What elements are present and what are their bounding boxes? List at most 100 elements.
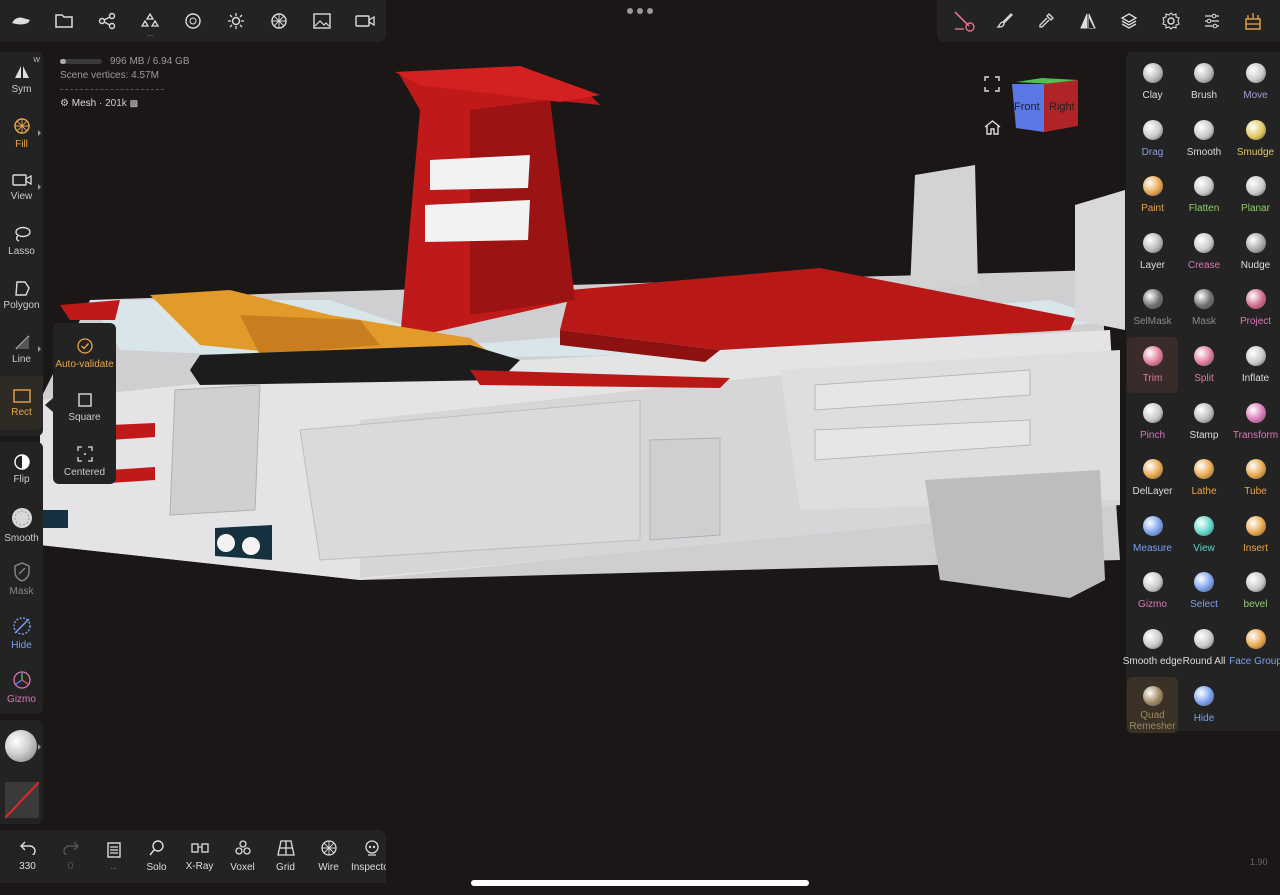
settings-gear-icon[interactable] — [1151, 0, 1191, 42]
tool-gizmo[interactable]: Gizmo — [1127, 563, 1178, 619]
polygon-icon — [14, 280, 30, 296]
tool-smooth[interactable]: Smooth — [1179, 111, 1230, 167]
tool-mask[interactable]: Mask — [1179, 280, 1230, 336]
tool-nudge[interactable]: Nudge — [1230, 224, 1280, 280]
tool-inflate[interactable]: Inflate — [1230, 337, 1280, 393]
tool-paint[interactable]: Paint — [1127, 167, 1178, 223]
rect-tool[interactable]: Rect — [0, 376, 43, 430]
flip-tool[interactable]: Flip — [0, 442, 43, 496]
selmask-brush-icon — [1142, 289, 1163, 310]
eyedropper-icon[interactable] — [1026, 0, 1066, 42]
tool-round-all[interactable]: Round All — [1179, 620, 1230, 676]
tool-tube[interactable]: Tube — [1230, 450, 1280, 506]
tool-split[interactable]: Split — [1179, 337, 1230, 393]
inspector-button[interactable]: Inspector — [350, 830, 386, 883]
view-brush-icon — [1194, 515, 1214, 536]
color-swatch-none[interactable] — [5, 782, 39, 818]
tool-quad-remesher[interactable]: Quad Remesher — [1127, 676, 1178, 733]
hide-tool[interactable]: Hide — [0, 606, 43, 660]
post-process-icon[interactable] — [257, 0, 300, 42]
grid-button[interactable]: Grid — [264, 830, 307, 883]
tool-stamp[interactable]: Stamp — [1179, 394, 1230, 450]
voxel-button[interactable]: Voxel — [221, 830, 264, 883]
sym-tool[interactable]: Sym W — [0, 52, 43, 106]
undo-button[interactable]: 330 — [6, 830, 49, 883]
tool-clay[interactable]: Clay — [1127, 54, 1178, 110]
tool-crease[interactable]: Crease — [1179, 224, 1230, 280]
share-nodes-icon[interactable] — [86, 0, 129, 42]
auto-validate-toggle[interactable]: Auto-validate — [53, 327, 116, 381]
lasso-icon — [14, 226, 31, 242]
tool-brush[interactable]: Brush — [1179, 54, 1230, 110]
gizmo-tool[interactable]: Gizmo — [0, 660, 43, 714]
tool-project[interactable]: Project — [1230, 280, 1280, 336]
history-button[interactable]: ... — [92, 830, 135, 883]
view-cube[interactable]: Front Right — [1012, 76, 1079, 134]
tool-transform[interactable]: Transform — [1230, 394, 1280, 450]
more-options-dots[interactable] — [627, 8, 653, 14]
tool-view[interactable]: View — [1179, 507, 1230, 563]
tool-insert[interactable]: Insert — [1230, 507, 1280, 563]
tool-smooth-edge[interactable]: Smooth edge — [1123, 620, 1182, 676]
square-toggle[interactable]: Square — [53, 381, 116, 435]
fill-tool[interactable]: Fill — [0, 106, 43, 160]
tool-lathe[interactable]: Lathe — [1179, 450, 1230, 506]
tool-smudge[interactable]: Smudge — [1230, 111, 1280, 167]
redo-button[interactable]: 0 — [49, 830, 92, 883]
light-sun-icon[interactable] — [214, 0, 257, 42]
symmetry-icon — [14, 65, 29, 78]
tool-label: DelLayer — [1132, 486, 1173, 498]
app-menu-icon[interactable] — [0, 0, 43, 42]
tool-trim[interactable]: Trim — [1127, 337, 1178, 393]
tool-flatten[interactable]: Flatten — [1179, 167, 1230, 223]
camera-icon[interactable] — [343, 0, 386, 42]
solo-button[interactable]: Solo — [135, 830, 178, 883]
tool-label: Quad Remesher — [1129, 709, 1176, 732]
smooth-brush-icon — [1194, 119, 1214, 140]
sliders-icon[interactable] — [1192, 0, 1232, 42]
tool-drag[interactable]: Drag — [1127, 111, 1178, 167]
centered-toggle[interactable]: Centered — [53, 435, 116, 489]
material-sphere-icon[interactable] — [5, 730, 37, 762]
tool-selmask[interactable]: SelMask — [1127, 280, 1178, 336]
tool-pinch[interactable]: Pinch — [1127, 394, 1178, 450]
layers-icon[interactable] — [1109, 0, 1149, 42]
tool-label: Transform — [1232, 429, 1279, 441]
scene-tools-icon[interactable] — [1233, 0, 1273, 42]
tool-move[interactable]: Move — [1230, 54, 1280, 110]
flatten-brush-icon — [1194, 176, 1214, 197]
tool-hide[interactable]: Hide — [1179, 677, 1230, 733]
folder-icon[interactable] — [43, 0, 86, 42]
line-tool[interactable]: Line — [0, 322, 43, 376]
tool-dellayer[interactable]: DelLayer — [1127, 450, 1178, 506]
tool-measure[interactable]: Measure — [1127, 507, 1178, 563]
brush-icon[interactable] — [985, 0, 1025, 42]
tool-layer[interactable]: Layer — [1127, 224, 1178, 280]
fill-icon — [13, 117, 30, 134]
materials-icon[interactable] — [172, 0, 215, 42]
tool-label: SelMask — [1133, 316, 1172, 328]
polygon-tool[interactable]: Polygon — [0, 268, 43, 322]
home-indicator[interactable] — [471, 880, 809, 886]
home-view-icon[interactable] — [984, 119, 1001, 140]
background-image-icon[interactable] — [300, 0, 343, 42]
tool-select[interactable]: Select — [1179, 563, 1230, 619]
move-brush-icon — [1245, 63, 1266, 83]
mesh-entry[interactable]: ⚙ Mesh · 201k ▩ — [60, 96, 190, 111]
insert-brush-icon — [1245, 515, 1266, 536]
tool-bevel[interactable]: bevel — [1230, 563, 1280, 619]
stroke-settings-icon[interactable] — [944, 0, 984, 42]
lasso-tool[interactable]: Lasso — [0, 214, 43, 268]
xray-button[interactable]: X-Ray — [178, 830, 221, 883]
symmetry-icon[interactable] — [1068, 0, 1108, 42]
smooth-tool[interactable]: Smooth — [0, 498, 43, 552]
tool-planar[interactable]: Planar — [1230, 167, 1280, 223]
mask-tool[interactable]: Mask — [0, 552, 43, 606]
sculpt-tools-panel: Clay Brush Move Drag Smooth Smudge Paint Flatte… — [1123, 52, 1280, 733]
scene-tree-icon[interactable]: ... — [129, 0, 172, 42]
viewport-3d-scene[interactable] — [0, 0, 1280, 895]
view-tool[interactable]: View — [0, 160, 43, 214]
wire-button[interactable]: Wire — [307, 830, 350, 883]
fullscreen-icon[interactable] — [984, 76, 1000, 97]
tool-face-group[interactable]: Face Group — [1229, 620, 1280, 676]
